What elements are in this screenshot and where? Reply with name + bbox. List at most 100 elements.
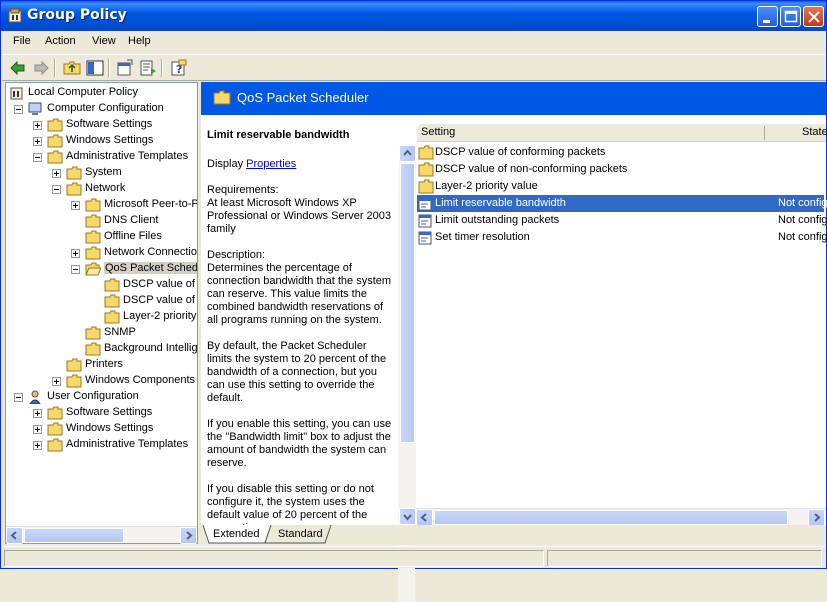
collapse-icon[interactable] (52, 185, 61, 194)
setting-name: DSCP value of non-conforming packets (435, 163, 628, 175)
tree-item-label: Microsoft Peer-to-P (104, 198, 198, 210)
tree-item[interactable]: Software Settings (6, 405, 197, 421)
chevron-right-icon (186, 531, 193, 540)
close-button[interactable] (803, 6, 824, 27)
list-item[interactable]: Limit reservable bandwidth Not configu (417, 195, 827, 212)
collapse-icon[interactable] (33, 153, 42, 162)
tree-item[interactable]: Local Computer Policy (6, 85, 197, 101)
expand-icon[interactable] (33, 121, 42, 130)
collapse-icon[interactable] (71, 265, 80, 274)
tree-item[interactable]: Background Intellige (6, 341, 197, 357)
expand-icon[interactable] (33, 441, 42, 450)
scroll-down-button[interactable] (399, 508, 416, 525)
folder-icon (85, 230, 101, 244)
description-scrollbar[interactable] (399, 145, 416, 525)
tree-item[interactable]: Computer Configuration (6, 101, 197, 117)
tree-item-label: DSCP value of c (123, 278, 198, 290)
expand-icon[interactable] (52, 169, 61, 178)
scroll-thumb[interactable] (24, 528, 124, 543)
tree-item[interactable]: Offline Files (6, 229, 197, 245)
tree-item[interactable]: Layer-2 priority (6, 309, 197, 325)
tree-item[interactable]: Windows Settings (6, 421, 197, 437)
list-item[interactable]: Set timer resolution Not configu (417, 229, 827, 246)
forward-arrow-icon[interactable] (31, 58, 51, 78)
tree-item[interactable]: Network Connection (6, 245, 198, 261)
tree-item-label: Software Settings (66, 118, 153, 130)
collapse-icon[interactable] (14, 105, 23, 114)
tab-standard[interactable]: Standard (278, 525, 330, 544)
list-item[interactable]: Limit outstanding packets Not configu (417, 212, 827, 229)
settings-list[interactable]: Setting State DSCP value of conforming p… (415, 115, 827, 525)
column-divider[interactable] (764, 126, 765, 140)
tree-horizontal-scrollbar[interactable] (6, 526, 197, 544)
folder-icon (85, 326, 101, 340)
tree-item[interactable]: Windows Settings (6, 133, 197, 149)
folder-icon (418, 162, 434, 177)
group-policy-app-icon (8, 8, 22, 23)
tree-item[interactable]: Printers (6, 357, 197, 373)
column-header-setting[interactable]: Setting (421, 126, 455, 138)
show-hide-tree-icon[interactable] (85, 58, 105, 78)
tree-item[interactable]: DNS Client (6, 213, 197, 229)
tree-item[interactable]: User Configuration (6, 389, 197, 405)
minimize-button[interactable] (757, 6, 778, 27)
tree-item[interactable]: Administrative Templates (6, 149, 197, 165)
toolbar: ? (2, 54, 826, 81)
scroll-left-button[interactable] (416, 509, 433, 526)
expand-icon[interactable] (52, 377, 61, 386)
setting-name: Limit outstanding packets (435, 214, 560, 226)
scroll-up-button[interactable] (399, 145, 416, 162)
scroll-right-button[interactable] (808, 509, 825, 526)
tree-item-label: Printers (85, 358, 123, 370)
list-item[interactable]: DSCP value of non-conforming packets (417, 161, 824, 178)
toolbar-separator (108, 59, 110, 77)
menu-help[interactable]: Help (128, 35, 151, 47)
display-label: Display (207, 158, 244, 170)
tree-item[interactable]: QoS Packet Schedu (6, 261, 197, 277)
tree-item[interactable]: Software Settings (6, 117, 197, 133)
list-horizontal-scrollbar[interactable] (416, 508, 826, 526)
export-list-icon[interactable] (138, 58, 158, 78)
setting-state: Not configu (778, 231, 827, 243)
properties-link[interactable]: Properties (246, 158, 296, 170)
list-item[interactable]: DSCP value of conforming packets (417, 144, 824, 161)
up-folder-icon[interactable] (62, 58, 82, 78)
scroll-right-button[interactable] (180, 527, 197, 544)
back-arrow-icon[interactable] (8, 58, 28, 78)
scroll-thumb[interactable] (400, 163, 415, 443)
tree-item-label: Network Connection (104, 246, 198, 258)
tree-item[interactable]: Microsoft Peer-to-P (6, 197, 198, 213)
tree-item[interactable]: DSCP value of c (6, 277, 198, 293)
open-folder-icon (85, 262, 101, 276)
expand-icon[interactable] (33, 425, 42, 434)
scroll-thumb[interactable] (434, 510, 788, 525)
status-cell (547, 550, 822, 567)
scroll-left-button[interactable] (6, 527, 23, 544)
tab-extended[interactable]: Extended (213, 525, 265, 544)
maximize-button[interactable] (780, 6, 801, 27)
expand-icon[interactable] (71, 249, 80, 258)
expand-icon[interactable] (71, 201, 80, 210)
folder-icon (47, 150, 63, 164)
tree-item-label: Layer-2 priority (123, 310, 197, 322)
console-tree[interactable]: Local Computer Policy Computer Configurat… (5, 82, 198, 544)
expand-icon[interactable] (33, 409, 42, 418)
tree-item[interactable]: Network (6, 181, 197, 197)
help-icon[interactable]: ? (169, 58, 189, 78)
menu-file[interactable]: File (13, 35, 31, 47)
view-tabs: Extended Standard (201, 525, 826, 545)
expand-icon[interactable] (33, 137, 42, 146)
column-header-state[interactable]: State (802, 126, 827, 138)
tree-item[interactable]: System (6, 165, 197, 181)
tree-item[interactable]: DSCP value of r (6, 293, 197, 309)
folder-icon (213, 90, 231, 105)
collapse-icon[interactable] (14, 393, 23, 402)
properties-icon[interactable] (115, 58, 135, 78)
tree-item[interactable]: Administrative Templates (6, 437, 197, 453)
tree-item[interactable]: Windows Components (6, 373, 197, 389)
menu-action[interactable]: Action (45, 35, 76, 47)
title-bar[interactable]: Group Policy (1, 1, 826, 31)
menu-view[interactable]: View (92, 35, 116, 47)
tree-item[interactable]: SNMP (6, 325, 197, 341)
list-item[interactable]: Layer-2 priority value (417, 178, 824, 195)
